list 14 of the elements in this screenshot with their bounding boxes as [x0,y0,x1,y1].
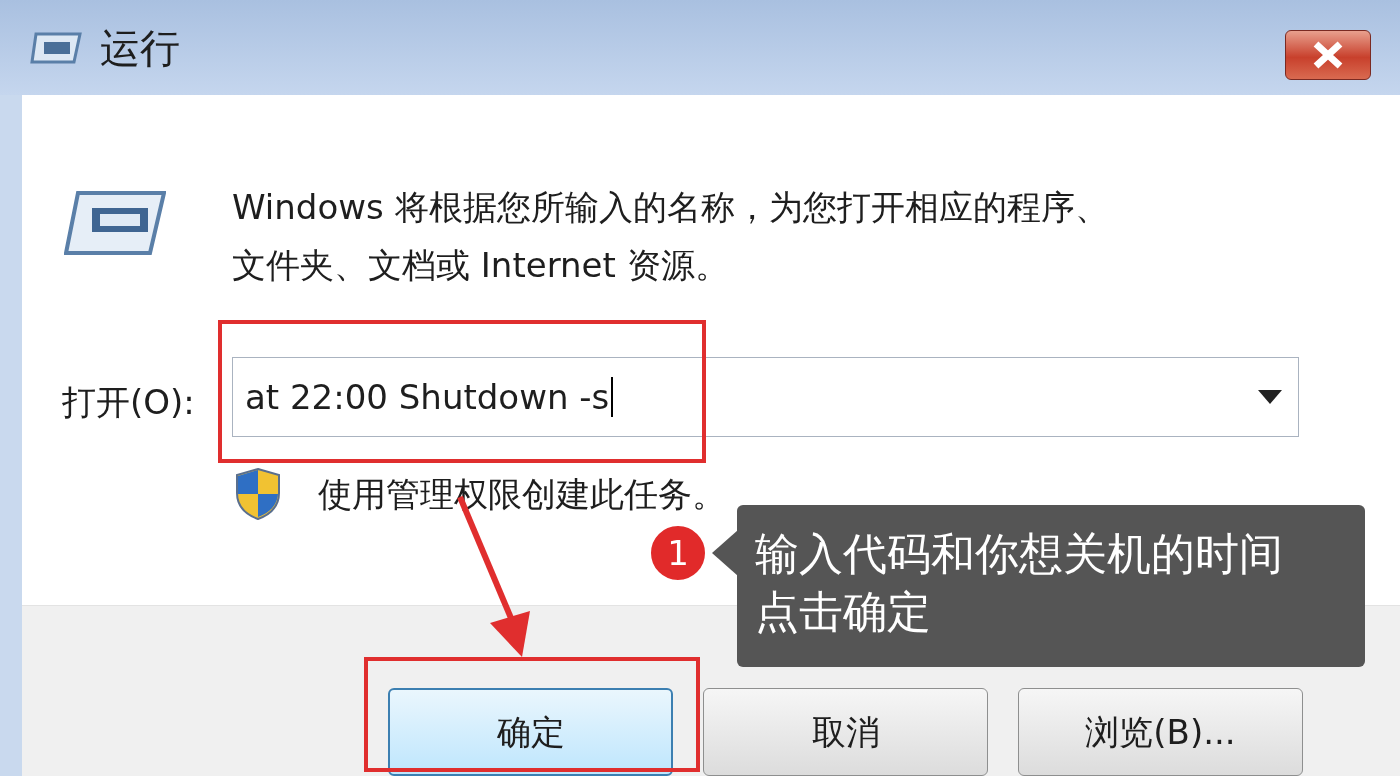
window-title: 运行 [100,23,180,73]
description-text: Windows 将根据您所输入的名称，为您打开相应的程序、文件夹、文档或 Internet 资源。 [232,186,1110,287]
dialog-button[interactable]: 浏览(B)... [1018,688,1303,776]
callout-text: 输入代码和你想关机的时间 [755,527,1284,581]
open-combo-field[interactable]: at 22:00 Shutdown -s [232,357,1299,437]
close-button[interactable] [1285,30,1371,80]
dialog-button[interactable]: 确定 [388,688,673,776]
shield-icon [235,467,281,521]
callout-text: 点击确定 [755,585,932,639]
run-window-icon [30,31,82,64]
dialog-button[interactable]: 取消 [703,688,988,776]
dropdown-arrow-icon[interactable] [1258,390,1282,404]
open-label: 打开(O): [62,381,195,424]
run-program-icon [64,190,166,255]
